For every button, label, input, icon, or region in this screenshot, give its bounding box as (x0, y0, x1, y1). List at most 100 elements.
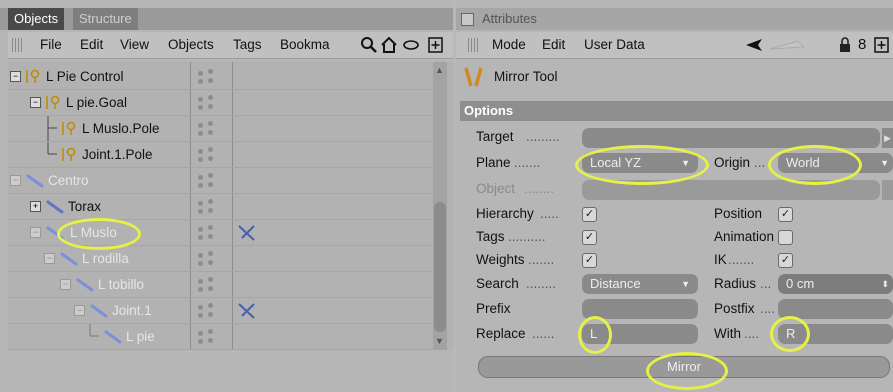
collapse-icon[interactable]: − (44, 253, 55, 264)
leader-dots: ........ (524, 181, 555, 196)
replace-value: L (590, 326, 598, 341)
ik-checkbox[interactable]: ✓ (778, 253, 793, 268)
menu-tags[interactable]: Tags (233, 32, 262, 58)
menu-file[interactable]: File (40, 32, 62, 58)
hierarchy-label: Hierarchy (476, 206, 534, 221)
null-object-icon (62, 121, 76, 135)
tree-row[interactable]: − L rodilla (8, 246, 438, 272)
target-arrow-icon[interactable]: ▶ (882, 128, 893, 148)
expand-icon[interactable]: + (30, 201, 41, 212)
weights-label: Weights (476, 252, 525, 267)
visibility-dots-icon[interactable] (196, 95, 216, 111)
tab-structure[interactable]: Structure (73, 8, 138, 30)
grip-icon[interactable] (468, 38, 480, 52)
menu-bookmarks[interactable]: Bookma (280, 32, 330, 58)
object-name[interactable]: Joint.1 (112, 298, 152, 323)
scrollbar-thumb[interactable] (434, 202, 446, 332)
lock-icon[interactable] (838, 36, 852, 54)
tree-row[interactable]: L Muslo.Pole (8, 116, 438, 142)
prefix-input[interactable] (582, 299, 698, 319)
tree-row[interactable]: L pie (8, 324, 438, 350)
collapse-icon[interactable]: − (60, 279, 71, 290)
visibility-dots-icon[interactable] (196, 329, 216, 345)
options-section-header[interactable]: Options (460, 101, 893, 121)
link-icon[interactable]: 8 (858, 32, 866, 58)
collapse-icon[interactable]: − (10, 175, 21, 186)
menu-edit[interactable]: Edit (80, 32, 103, 58)
null-object-icon (62, 147, 76, 161)
menu-objects[interactable]: Objects (168, 32, 214, 58)
object-name[interactable]: L pie.Goal (66, 90, 127, 115)
visibility-dots-icon[interactable] (196, 121, 216, 137)
tree-row[interactable]: − L tobillo (8, 272, 438, 298)
menu-edit[interactable]: Edit (542, 32, 565, 58)
with-input[interactable]: R (778, 324, 893, 344)
origin-dropdown[interactable]: World ▼ (778, 153, 893, 173)
weights-checkbox[interactable]: ✓ (582, 253, 597, 268)
object-name[interactable]: Joint.1.Pole (82, 142, 153, 167)
animation-checkbox[interactable] (778, 230, 793, 245)
visibility-dots-icon[interactable] (196, 277, 216, 293)
objects-menubar: File Edit View Objects Tags Bookma (8, 32, 453, 59)
mirror-button[interactable]: Mirror (478, 356, 890, 378)
object-label: Object (476, 181, 516, 196)
object-name[interactable]: L pie (126, 324, 155, 349)
back-arrow-icon[interactable] (746, 39, 764, 51)
grip-icon[interactable] (12, 38, 24, 52)
radius-input[interactable]: 0 cm ⬍ (778, 274, 893, 294)
visibility-dots-icon[interactable] (196, 251, 216, 267)
ik-tag-icon[interactable] (236, 223, 258, 243)
postfix-input[interactable] (778, 299, 893, 319)
tree-row[interactable]: Joint.1.Pole (8, 142, 438, 168)
object-name[interactable]: L Muslo (70, 220, 117, 245)
home-icon[interactable] (380, 36, 398, 54)
tags-checkbox[interactable]: ✓ (582, 230, 597, 245)
stepper-icon[interactable]: ⬍ (881, 274, 889, 294)
collapse-icon[interactable]: − (74, 305, 85, 316)
tree-row[interactable]: + Torax (8, 194, 438, 220)
tree-row[interactable]: − L Pie Control (8, 64, 438, 90)
object-name[interactable]: L Pie Control (46, 64, 124, 89)
object-name[interactable]: Torax (68, 194, 101, 219)
search-dropdown[interactable]: Distance ▼ (582, 274, 698, 294)
target-field[interactable] (582, 128, 880, 148)
eye-icon[interactable] (402, 37, 420, 53)
tab-objects[interactable]: Objects (8, 8, 65, 30)
ik-tag-icon[interactable] (236, 301, 258, 321)
object-name[interactable]: L Muslo.Pole (82, 116, 160, 141)
position-checkbox[interactable]: ✓ (778, 207, 793, 222)
new-window-icon[interactable] (428, 36, 444, 54)
scroll-up-icon[interactable]: ▲ (435, 65, 444, 75)
object-name[interactable]: Centro (48, 168, 89, 193)
visibility-dots-icon[interactable] (196, 69, 216, 85)
visibility-dots-icon[interactable] (196, 199, 216, 215)
replace-input[interactable]: L (582, 324, 698, 344)
visibility-dots-icon[interactable] (196, 303, 216, 319)
leader-dots: ...... (532, 326, 555, 341)
visibility-dots-icon[interactable] (196, 173, 216, 189)
hierarchy-checkbox[interactable]: ✓ (582, 207, 597, 222)
attributes-titlebar: Attributes (456, 8, 893, 30)
tree-row[interactable]: − Joint.1 (8, 298, 438, 324)
object-name[interactable]: L tobillo (98, 272, 144, 297)
forward-arrow-icon[interactable] (768, 39, 808, 51)
collapse-icon[interactable]: − (30, 97, 41, 108)
collapse-icon[interactable]: − (30, 227, 41, 238)
tree-scrollbar[interactable]: ▲ ▼ (433, 62, 447, 350)
new-window-icon[interactable] (874, 36, 890, 54)
tree-row[interactable]: − L pie.Goal (8, 90, 438, 116)
panel-toggle-icon[interactable] (461, 13, 474, 26)
visibility-dots-icon[interactable] (196, 147, 216, 163)
collapse-icon[interactable]: − (10, 71, 21, 82)
leader-dots: ......... (526, 129, 560, 144)
visibility-dots-icon[interactable] (196, 225, 216, 241)
tree-row[interactable]: − Centro (8, 168, 438, 194)
scroll-down-icon[interactable]: ▼ (435, 336, 444, 346)
menu-user-data[interactable]: User Data (584, 32, 645, 58)
menu-view[interactable]: View (120, 32, 149, 58)
object-name[interactable]: L rodilla (82, 246, 129, 271)
tree-row-selected[interactable]: − L Muslo (8, 220, 438, 246)
menu-mode[interactable]: Mode (492, 32, 526, 58)
plane-dropdown[interactable]: Local YZ ▼ (582, 153, 698, 173)
search-icon[interactable] (360, 36, 378, 54)
